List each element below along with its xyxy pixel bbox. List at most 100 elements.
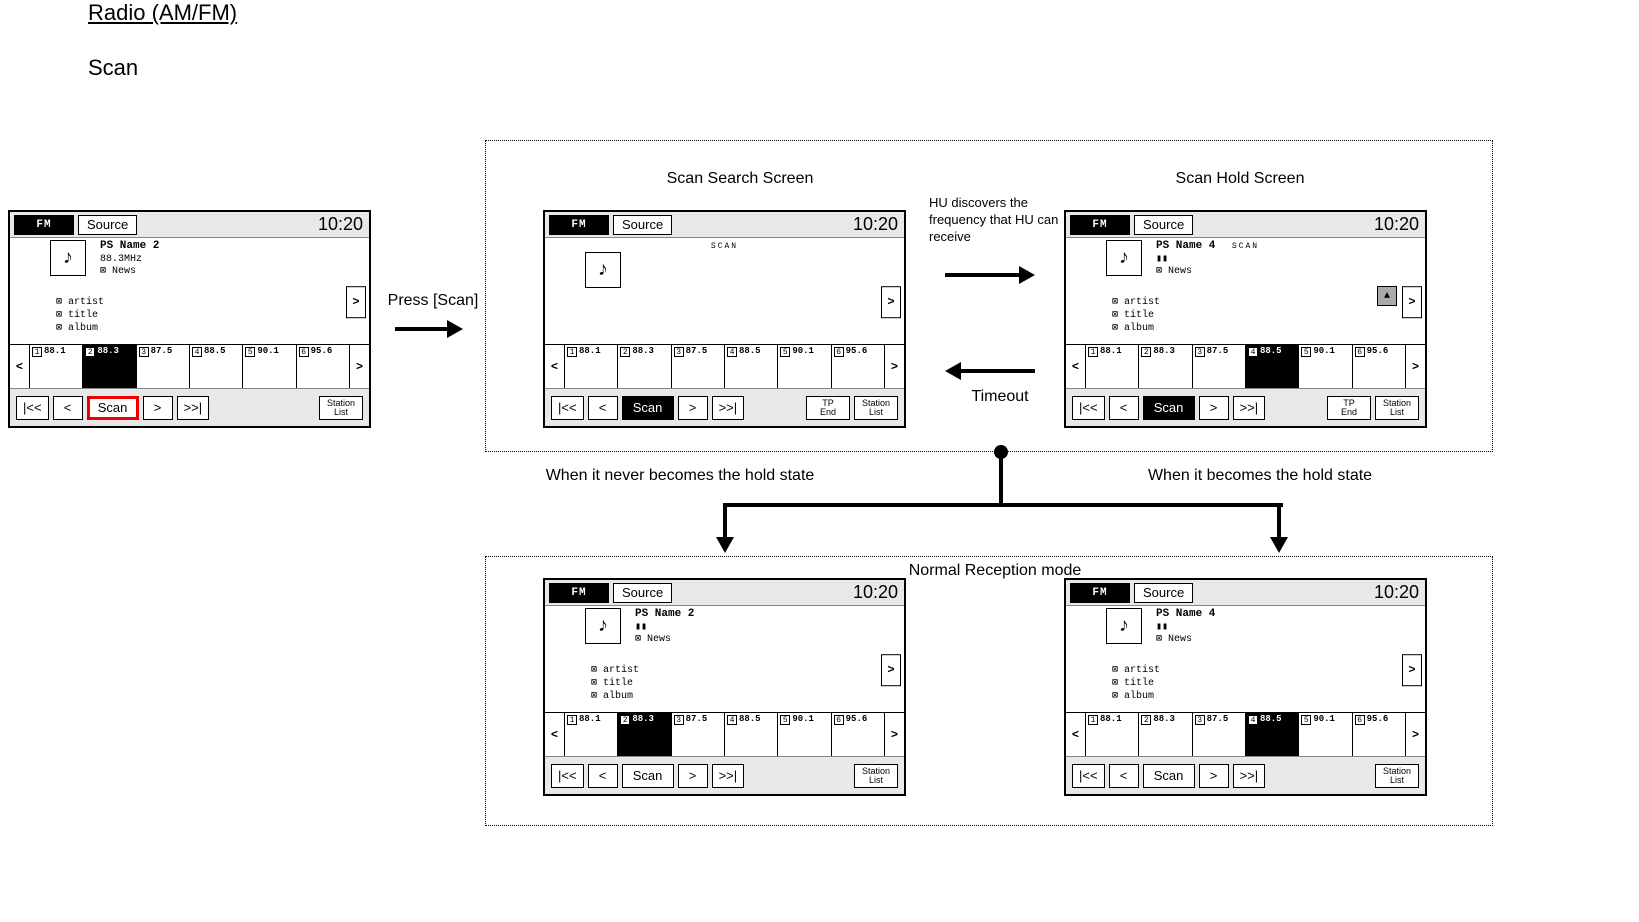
meta-artist: artist (1112, 296, 1160, 309)
source-button[interactable]: Source (613, 583, 672, 603)
last-button[interactable]: >>| (1233, 396, 1266, 420)
preset-cell[interactable]: 488.5 (1246, 713, 1299, 756)
preset-cell[interactable]: 188.1 (565, 345, 618, 388)
prev-button[interactable]: < (53, 396, 83, 420)
preset-cell[interactable]: 590.1 (1299, 713, 1352, 756)
scan-search-title: Scan Search Screen (615, 170, 865, 188)
scan-button[interactable]: Scan (87, 396, 139, 420)
preset-cell[interactable]: 288.3 (618, 345, 671, 388)
station-list-button[interactable]: StationList (854, 764, 898, 788)
timeout-label: Timeout (960, 388, 1040, 406)
preset-next[interactable]: > (884, 345, 904, 388)
prev-button[interactable]: < (1109, 764, 1139, 788)
next-button[interactable]: > (678, 764, 708, 788)
next-button[interactable]: > (678, 396, 708, 420)
tp-end-button[interactable]: TPEnd (806, 396, 850, 420)
preset-cell[interactable]: 695.6 (832, 713, 884, 756)
station-list-button[interactable]: StationList (854, 396, 898, 420)
preset-cell[interactable]: 590.1 (243, 345, 296, 388)
next-button[interactable]: > (1199, 396, 1229, 420)
source-button[interactable]: Source (1134, 583, 1193, 603)
preset-cell[interactable]: 488.5 (725, 713, 778, 756)
station-list-button[interactable]: StationList (319, 396, 363, 420)
prev-button[interactable]: < (1109, 396, 1139, 420)
preset-cell[interactable]: 288.3 (618, 713, 671, 756)
scan-indicator: SCAN (711, 242, 738, 251)
first-button[interactable]: |<< (1072, 764, 1105, 788)
prev-button[interactable]: < (588, 396, 618, 420)
preset-cell[interactable]: 695.6 (1353, 345, 1405, 388)
press-scan-label: Press [Scan] (378, 292, 488, 310)
station-list-button[interactable]: StationList (1375, 396, 1419, 420)
clock: 10:20 (1374, 214, 1419, 235)
preset-prev[interactable]: < (1066, 345, 1086, 388)
preset-cell[interactable]: 387.5 (1193, 713, 1246, 756)
tp-end-button[interactable]: TPEnd (1327, 396, 1371, 420)
preset-cell[interactable]: 488.5 (190, 345, 243, 388)
side-next-button[interactable]: > (881, 286, 901, 318)
preset-cell[interactable]: 188.1 (30, 345, 83, 388)
scroll-up-button[interactable]: ▲ (1377, 286, 1397, 306)
preset-cell[interactable]: 188.1 (1086, 345, 1139, 388)
preset-cell[interactable]: 488.5 (725, 345, 778, 388)
first-button[interactable]: |<< (551, 396, 584, 420)
preset-cell[interactable]: 387.5 (1193, 345, 1246, 388)
preset-prev[interactable]: < (10, 345, 30, 388)
preset-prev[interactable]: < (545, 713, 565, 756)
preset-next[interactable]: > (1405, 345, 1425, 388)
last-button[interactable]: >>| (712, 396, 745, 420)
preset-cell[interactable]: 188.1 (565, 713, 618, 756)
preset-cell[interactable]: 288.3 (83, 345, 136, 388)
preset-cell[interactable]: 695.6 (297, 345, 349, 388)
scan-button[interactable]: Scan (1143, 396, 1195, 420)
preset-cell[interactable]: 590.1 (1299, 345, 1352, 388)
source-button[interactable]: Source (78, 215, 137, 235)
first-button[interactable]: |<< (1072, 396, 1105, 420)
preset-cell[interactable]: 695.6 (832, 345, 884, 388)
last-button[interactable]: >>| (177, 396, 210, 420)
preset-cell[interactable]: 695.6 (1353, 713, 1405, 756)
preset-next[interactable]: > (884, 713, 904, 756)
source-button[interactable]: Source (1134, 215, 1193, 235)
next-button[interactable]: > (143, 396, 173, 420)
meta-artist: artist (56, 296, 104, 309)
preset-cell[interactable]: 590.1 (778, 345, 831, 388)
next-button[interactable]: > (1199, 764, 1229, 788)
last-button[interactable]: >>| (712, 764, 745, 788)
band-indicator: FM (549, 215, 609, 235)
preset-next[interactable]: > (349, 345, 369, 388)
branch-hbar (723, 503, 1283, 507)
preset-next[interactable]: > (1405, 713, 1425, 756)
arrow-down-left (721, 503, 729, 553)
preset-cell[interactable]: 188.1 (1086, 713, 1139, 756)
first-button[interactable]: |<< (16, 396, 49, 420)
preset-cell[interactable]: 488.5 (1246, 345, 1299, 388)
preset-row: < 188.1288.3387.5488.5590.1695.6 > (545, 712, 904, 756)
preset-cell[interactable]: 387.5 (137, 345, 190, 388)
preset-cell[interactable]: 590.1 (778, 713, 831, 756)
preset-cell[interactable]: 387.5 (672, 345, 725, 388)
station-list-button[interactable]: StationList (1375, 764, 1419, 788)
side-next-button[interactable]: > (346, 286, 366, 318)
pty: News (100, 266, 159, 279)
band-indicator: FM (1070, 583, 1130, 603)
preset-cell[interactable]: 288.3 (1139, 713, 1192, 756)
preset-cell[interactable]: 387.5 (672, 713, 725, 756)
side-next-button[interactable]: > (1402, 654, 1422, 686)
band-indicator: FM (549, 583, 609, 603)
scan-button[interactable]: Scan (1143, 764, 1195, 788)
scan-button[interactable]: Scan (622, 396, 674, 420)
source-button[interactable]: Source (613, 215, 672, 235)
prev-button[interactable]: < (588, 764, 618, 788)
preset-cell[interactable]: 288.3 (1139, 345, 1192, 388)
last-button[interactable]: >>| (1233, 764, 1266, 788)
pty: News (1156, 634, 1215, 647)
preset-prev[interactable]: < (1066, 713, 1086, 756)
scan-button[interactable]: Scan (622, 764, 674, 788)
first-button[interactable]: |<< (551, 764, 584, 788)
preset-prev[interactable]: < (545, 345, 565, 388)
side-next-button[interactable]: > (1402, 286, 1422, 318)
meta-artist: artist (591, 664, 639, 677)
scan-hold-title: Scan Hold Screen (1115, 170, 1365, 188)
side-next-button[interactable]: > (881, 654, 901, 686)
